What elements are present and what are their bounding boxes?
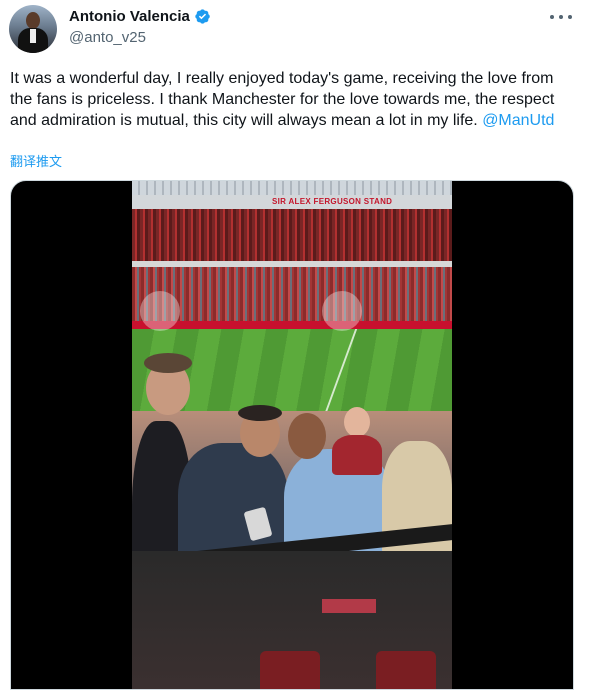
stadium-seat	[260, 651, 320, 689]
dot	[550, 15, 554, 19]
avatar-shirt	[30, 29, 36, 43]
tweet-text: It was a wonderful day, I really enjoyed…	[10, 68, 575, 131]
avatar-head	[26, 12, 40, 29]
hair-left	[144, 353, 192, 373]
person-background	[332, 435, 382, 475]
verified-badge-icon	[195, 9, 210, 24]
hair-centre	[238, 405, 282, 421]
translate-tweet-link[interactable]: 翻译推文	[10, 151, 62, 170]
advertising-board	[132, 321, 452, 329]
author-handle[interactable]: @anto_v25	[69, 29, 146, 46]
author-name-row: Antonio Valencia	[69, 8, 211, 25]
face-background	[344, 407, 370, 437]
sprinkler-spray	[322, 291, 362, 331]
tweet-body: It was a wonderful day, I really enjoyed…	[10, 70, 555, 129]
crowd-upper-tier	[132, 209, 452, 261]
stand-sign-text: SIR ALEX FERGUSON STAND	[272, 197, 393, 206]
stadium-seat	[376, 651, 436, 689]
crowd-lower-tier	[132, 267, 452, 327]
stadium-photo[interactable]: SIR ALEX FERGUSON STAND	[132, 181, 452, 689]
face-right	[288, 413, 326, 459]
author-display-name[interactable]: Antonio Valencia	[69, 8, 190, 25]
sprinkler-spray	[140, 291, 180, 331]
author-avatar[interactable]	[9, 5, 57, 53]
tweet-media[interactable]: SIR ALEX FERGUSON STAND	[10, 180, 574, 690]
held-card	[322, 599, 376, 613]
dot	[568, 15, 572, 19]
mention-link[interactable]: @ManUtd	[482, 112, 554, 129]
dot	[559, 15, 563, 19]
tweet-card: Antonio Valencia @anto_v25 It was a wond…	[0, 0, 590, 690]
more-options-icon[interactable]	[550, 9, 572, 25]
